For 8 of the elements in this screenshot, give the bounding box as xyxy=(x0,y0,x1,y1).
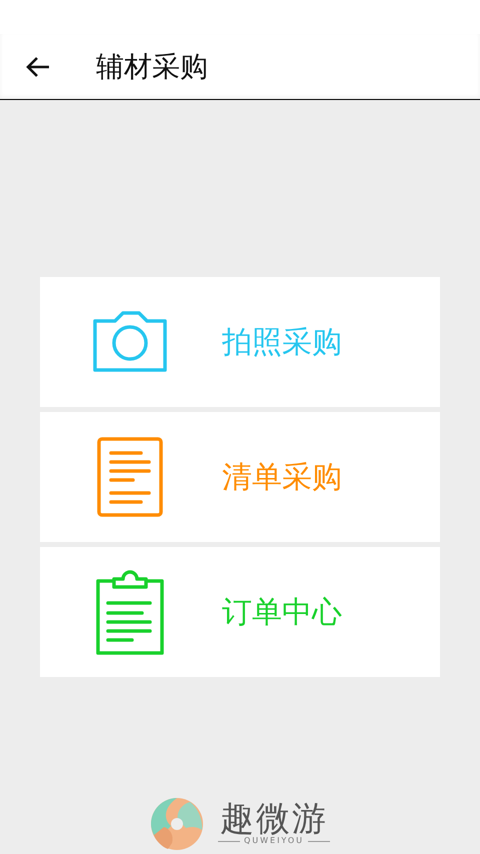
menu-item[interactable]: 清单采购 xyxy=(40,412,440,542)
brand-name: 趣微游 xyxy=(220,802,328,836)
menu-item[interactable]: 拍照采购 xyxy=(40,277,440,407)
menu-item[interactable]: 订单中心 xyxy=(40,547,440,677)
back-arrow-icon xyxy=(26,56,50,78)
logo-icon xyxy=(150,797,204,851)
page-title: 辅材采购 xyxy=(96,48,208,84)
brand-tagline: QUWEIYOU xyxy=(244,836,304,846)
